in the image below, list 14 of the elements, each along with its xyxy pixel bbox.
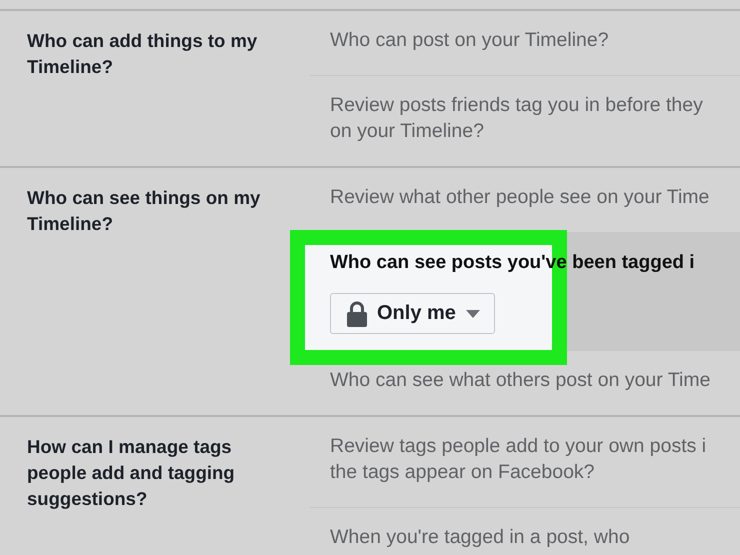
- audience-dropdown[interactable]: Only me: [330, 293, 495, 334]
- setting-link[interactable]: Who can post on your Timeline?: [330, 27, 609, 53]
- section-label: How can I manage tags people add and tagging suggestions?: [26, 435, 236, 511]
- setting-link[interactable]: Review tags people add to your own posts i: [330, 433, 706, 459]
- section-label: Who can add things to my Timeline?: [26, 29, 258, 79]
- setting-link[interactable]: Review what other people see on your Time: [330, 184, 710, 210]
- section-label: Who can see things on my Timeline?: [26, 186, 262, 236]
- setting-link[interactable]: Who can see what others post on your Time: [330, 367, 710, 393]
- lock-icon: [347, 300, 367, 326]
- caret-icon: [466, 310, 480, 318]
- setting-link[interactable]: Review posts friends tag you in before they: [330, 92, 703, 118]
- setting-link[interactable]: the tags appear on Facebook?: [330, 459, 595, 485]
- setting-link[interactable]: When you're tagged in a post, who: [330, 524, 630, 550]
- setting-link[interactable]: on your Timeline?: [330, 118, 484, 144]
